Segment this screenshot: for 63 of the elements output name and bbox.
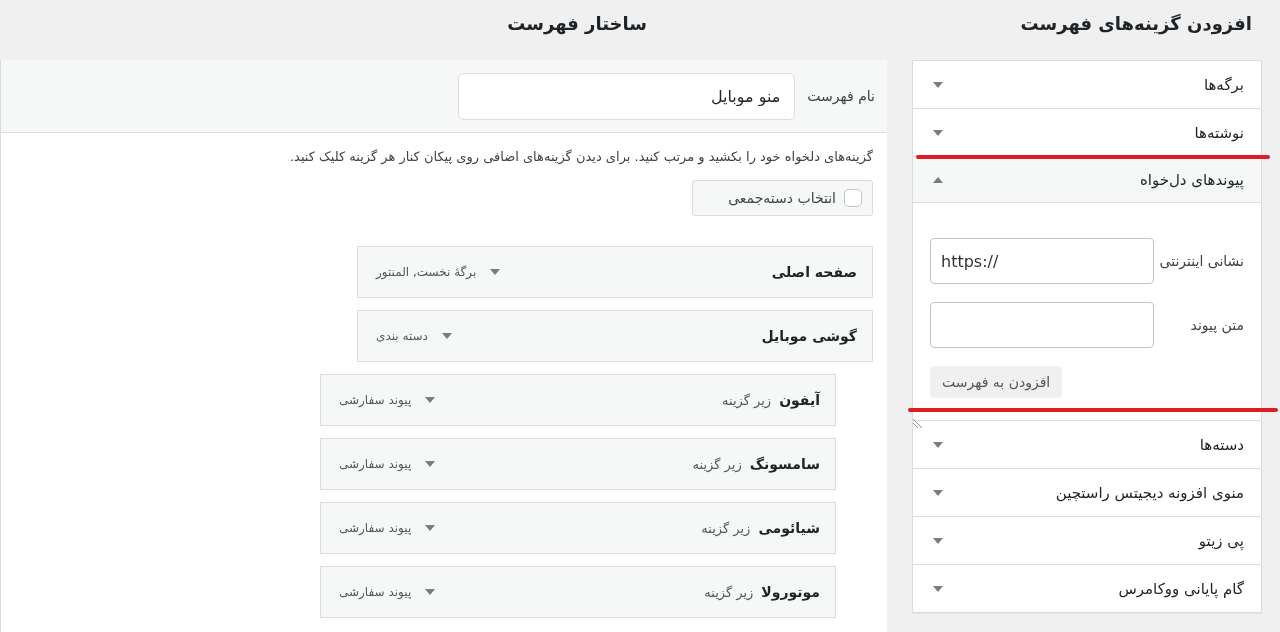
menu-item-title: شیائومی <box>758 520 820 536</box>
menu-item[interactable]: آیفون زیر گزینه پیوند سفارشی <box>320 374 836 426</box>
accordion-title: پیوندهای دل‌خواه <box>1139 170 1244 189</box>
caret-down-icon[interactable] <box>425 589 436 595</box>
caret-down-icon[interactable] <box>933 441 943 448</box>
caret-down-icon[interactable] <box>490 269 501 275</box>
caret-down-icon[interactable] <box>933 537 943 544</box>
menu-name-field[interactable]: منو موبایل <box>458 72 796 120</box>
caret-down-icon[interactable] <box>425 397 436 403</box>
accordion-header[interactable]: نوشته‌ها <box>913 109 1261 157</box>
menu-item-type: پیوند سفارشی <box>339 457 412 471</box>
url-field[interactable]: https:// <box>930 238 1154 284</box>
menu-item-sublabel: زیر گزینه <box>704 584 754 600</box>
section-heading: افزودن گزینه‌های فهرست <box>1019 12 1253 37</box>
menu-item-title: صفحه اصلی <box>771 264 857 280</box>
accordion-title: گام پایانی ووکامرس <box>1118 579 1244 598</box>
accordion-title: نوشته‌ها <box>1194 123 1244 142</box>
accordion-header[interactable]: برگه‌ها <box>913 61 1261 109</box>
add-to-menu-button[interactable]: افزودن به فهرست <box>930 366 1063 398</box>
instructions-text: گزینه‌های دلخواه خود را بکشید و مرتب کنید. برای دیدن گزینه‌های اضافی روی پیکان کنار هر گزینه کلیک کنید. <box>288 149 873 164</box>
menu-item[interactable]: موتورولا زیر گزینه پیوند سفارشی <box>320 566 836 618</box>
accordion-header[interactable]: پی زیتو <box>913 517 1261 565</box>
menu-item-title: آیفون <box>779 392 820 408</box>
field-label: نشانی اینترنتی <box>1159 253 1244 269</box>
menu-item-sublabel: زیر گزینه <box>692 456 742 472</box>
menu-item[interactable]: سامسونگ زیر گزینه پیوند سفارشی <box>320 438 836 490</box>
caret-down-icon[interactable] <box>933 585 943 592</box>
menu-item-type: پیوند سفارشی <box>339 585 412 599</box>
bulk-select-toggle[interactable]: انتخاب دسته‌جمعی <box>692 180 873 216</box>
resize-handle-icon[interactable] <box>913 418 923 428</box>
menu-item-type: دسته بندی <box>376 329 428 343</box>
menu-item[interactable]: گوشی موبایل دسته بندی <box>357 310 873 362</box>
caret-down-icon[interactable] <box>933 129 943 136</box>
menu-item[interactable]: صفحه اصلی برگهٔ نخست, المنتور <box>357 246 873 298</box>
caret-down-icon[interactable] <box>933 81 943 88</box>
field-label: نام فهرست <box>807 88 875 104</box>
menu-item-sublabel: زیر گزینه <box>701 520 751 536</box>
link-text-field[interactable] <box>930 302 1154 348</box>
caret-down-icon[interactable] <box>425 461 436 467</box>
field-label: متن پیوند <box>1190 317 1244 333</box>
checkbox[interactable] <box>844 189 862 207</box>
menu-item-title: موتورولا <box>761 584 820 600</box>
checkbox-label: انتخاب دسته‌جمعی <box>728 190 836 206</box>
menu-item-type: پیوند سفارشی <box>339 393 412 407</box>
accordion-header[interactable]: گام پایانی ووکامرس <box>913 565 1261 612</box>
menu-item[interactable]: شیائومی زیر گزینه پیوند سفارشی <box>320 502 836 554</box>
menu-item-title: گوشی موبایل <box>761 328 857 344</box>
accordion-header[interactable]: پیوندهای دل‌خواه <box>913 157 1261 203</box>
accordion-header[interactable]: منوی افزونه دیجیتس راستچین <box>913 469 1261 517</box>
accordion-title: دسته‌ها <box>1199 435 1244 454</box>
section-heading: ساختار فهرست <box>506 12 648 37</box>
accordion-title: پی زیتو <box>1198 531 1244 550</box>
caret-up-icon[interactable] <box>933 176 943 183</box>
accordion-header[interactable]: دسته‌ها <box>913 421 1261 469</box>
caret-down-icon[interactable] <box>425 525 436 531</box>
menu-item-title: سامسونگ <box>749 456 820 472</box>
caret-down-icon[interactable] <box>933 489 943 496</box>
menu-item-sublabel: زیر گزینه <box>722 392 772 408</box>
accordion-title: برگه‌ها <box>1203 75 1244 94</box>
caret-down-icon[interactable] <box>441 333 452 339</box>
menu-item-type: پیوند سفارشی <box>339 521 412 535</box>
accordion-title: منوی افزونه دیجیتس راستچین <box>1055 483 1244 502</box>
menu-item-type: برگهٔ نخست, المنتور <box>376 265 477 279</box>
